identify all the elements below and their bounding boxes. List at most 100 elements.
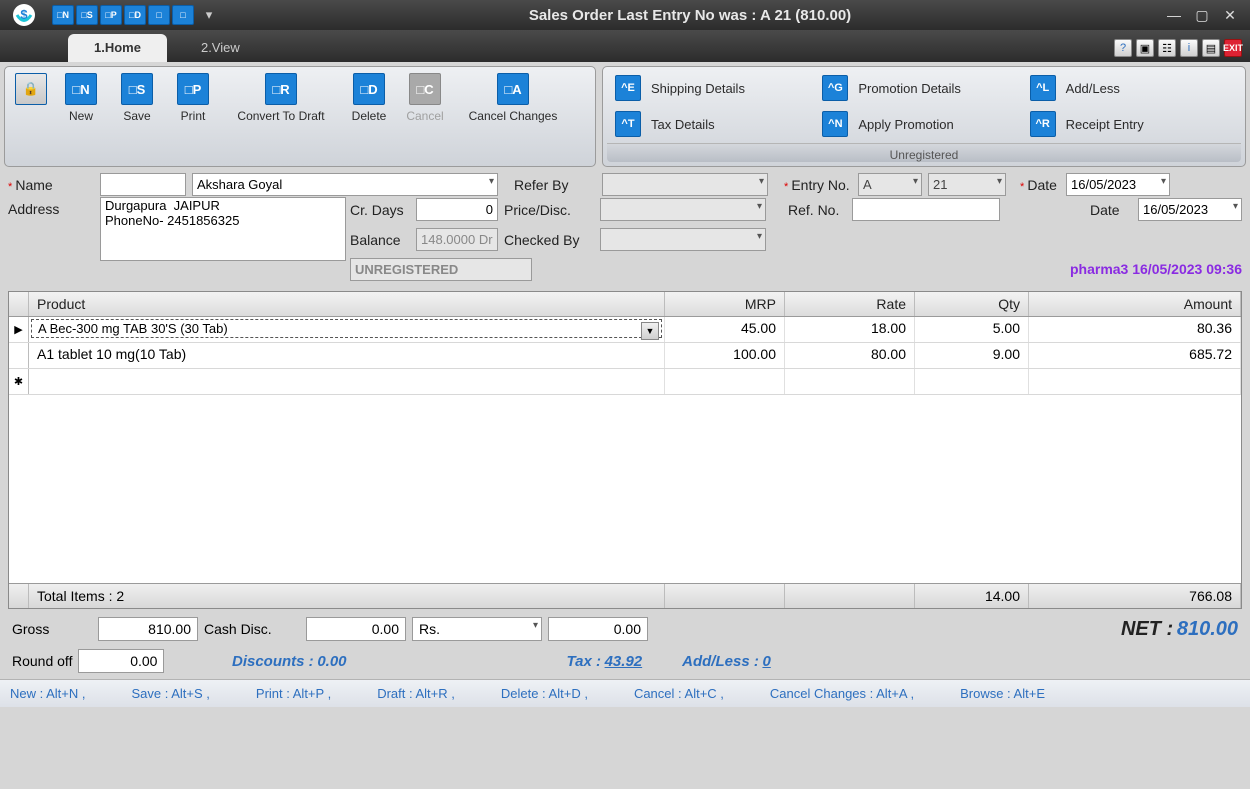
cancel-button: □C Cancel [397,73,453,123]
mrp-cell[interactable]: 100.00 [665,343,785,368]
maximize-icon[interactable]: ▢ [1192,6,1212,24]
entry-no-field[interactable] [928,173,1006,196]
rate-cell[interactable]: 80.00 [785,343,915,368]
tab-home[interactable]: 1.Home [68,34,167,62]
col-qty[interactable]: Qty [915,292,1029,316]
crdays-field[interactable] [416,198,498,221]
mrp-cell[interactable]: 45.00 [665,317,785,342]
delete-label: Delete [347,109,391,123]
entry-series-field[interactable] [858,173,922,196]
col-rate[interactable]: Rate [785,292,915,316]
tax-details-button[interactable]: ^T Tax Details [615,111,818,137]
refer-by-field[interactable] [602,173,768,196]
table-row[interactable]: ▶ A Bec-300 mg TAB 30'S (30 Tab) 45.00 1… [9,317,1241,343]
window-controls: — ▢ ✕ [1164,6,1240,24]
name-code-field[interactable] [100,173,186,196]
minimize-icon[interactable]: — [1164,6,1184,24]
toolbar-icon-3[interactable]: ☷ [1158,39,1176,57]
qty-cell[interactable]: 5.00 [915,317,1029,342]
delete-button[interactable]: □D Delete [341,73,397,123]
cancel-label: Cancel [403,109,447,123]
qat-print-icon[interactable]: □P [100,5,122,25]
tax-link-value[interactable]: 43.92 [605,653,643,670]
sc-cancel[interactable]: Cancel : Alt+C , [634,686,724,701]
qat-save-icon[interactable]: □S [76,5,98,25]
col-amount[interactable]: Amount [1029,292,1241,316]
qat-new-icon[interactable]: □N [52,5,74,25]
convert-draft-button[interactable]: □R Convert To Draft [221,73,341,123]
grid-footer: Total Items : 2 14.00 766.08 [9,583,1241,608]
date1-field[interactable] [1066,173,1170,196]
amount-cell[interactable]: 685.72 [1029,343,1241,368]
total-items-label: Total Items : 2 [29,584,665,608]
shipping-details-button[interactable]: ^E Shipping Details [615,75,818,101]
sc-print[interactable]: Print : Alt+P , [256,686,331,701]
row-pointer-icon: ▶ [9,317,29,342]
roundoff-field[interactable] [78,649,164,673]
currency-select[interactable] [412,617,542,641]
addless-link-value[interactable]: 0 [762,653,770,670]
col-mrp[interactable]: MRP [665,292,785,316]
new-row-icon: ✱ [9,369,29,394]
address-field[interactable] [100,197,346,261]
grid-corner [9,292,29,316]
discounts-label: Discounts : [232,653,314,670]
gross-field[interactable] [98,617,198,641]
checkedby-label: Checked By [504,232,600,248]
ribbon-footer-label: Unregistered [607,143,1241,162]
qat-btn6-icon[interactable]: □ [172,5,194,25]
quick-access-toolbar: □N □S □P □D □ □ [52,5,194,25]
qat-draft-icon[interactable]: □D [124,5,146,25]
refer-by-label: Refer By [504,177,596,193]
row-marker [9,343,29,368]
table-row[interactable]: A1 tablet 10 mg(10 Tab) 100.00 80.00 9.0… [9,343,1241,369]
qat-btn5-icon[interactable]: □ [148,5,170,25]
refno-field[interactable] [852,198,1000,221]
toolbar-icon-2[interactable]: ▣ [1136,39,1154,57]
help-icon[interactable]: ? [1114,39,1132,57]
tab-view[interactable]: 2.View [175,34,266,62]
app-logo: $ [6,2,42,28]
cancel-changes-button[interactable]: □A Cancel Changes [453,73,573,123]
cashdisc-field[interactable] [306,617,406,641]
promotion-details-button[interactable]: ^G Promotion Details [822,75,1025,101]
qty-cell[interactable]: 9.00 [915,343,1029,368]
sc-delete[interactable]: Delete : Alt+D , [501,686,588,701]
receipt-entry-button[interactable]: ^R Receipt Entry [1030,111,1233,137]
toolbar-icon-5[interactable]: ▤ [1202,39,1220,57]
add-less-button[interactable]: ^L Add/Less [1030,75,1233,101]
crdays-label: Cr. Days [350,202,416,218]
sc-new[interactable]: New : Alt+N , [10,686,86,701]
pricedisc-label: Price/Disc. [504,202,600,218]
rate-cell[interactable]: 18.00 [785,317,915,342]
product-cell[interactable]: A Bec-300 mg TAB 30'S (30 Tab) [31,319,662,338]
toolbar-icon-4[interactable]: i [1180,39,1198,57]
close-icon[interactable]: ✕ [1220,6,1240,24]
sc-save[interactable]: Save : Alt+S , [132,686,210,701]
product-cell[interactable]: A1 tablet 10 mg(10 Tab) [29,343,665,368]
net-label: NET : [1121,618,1173,640]
rs-field[interactable] [548,617,648,641]
qat-dropdown-icon[interactable]: ▾ [202,5,216,25]
print-button[interactable]: □P Print [165,73,221,123]
table-row-new[interactable]: ✱ [9,369,1241,395]
new-label: New [59,109,103,123]
save-button[interactable]: □S Save [109,73,165,123]
lock-button[interactable]: 🔒 [9,73,53,109]
amount-cell[interactable]: 80.36 [1029,317,1241,342]
checkedby-field[interactable] [600,228,766,251]
sc-draft[interactable]: Draft : Alt+R , [377,686,455,701]
apply-promo-label: Apply Promotion [858,117,953,132]
gst-field [350,258,532,281]
sc-browse[interactable]: Browse : Alt+E [960,686,1045,701]
gross-label: Gross [12,621,92,637]
sc-cancel-changes[interactable]: Cancel Changes : Alt+A , [770,686,914,701]
new-button[interactable]: □N New [53,73,109,123]
date2-field[interactable] [1138,198,1242,221]
name-field[interactable] [192,173,498,196]
col-product[interactable]: Product [29,292,665,316]
pricedisc-field[interactable] [600,198,766,221]
exit-icon[interactable]: EXIT [1224,39,1242,57]
address-label: Address [8,197,100,217]
apply-promotion-button[interactable]: ^N Apply Promotion [822,111,1025,137]
